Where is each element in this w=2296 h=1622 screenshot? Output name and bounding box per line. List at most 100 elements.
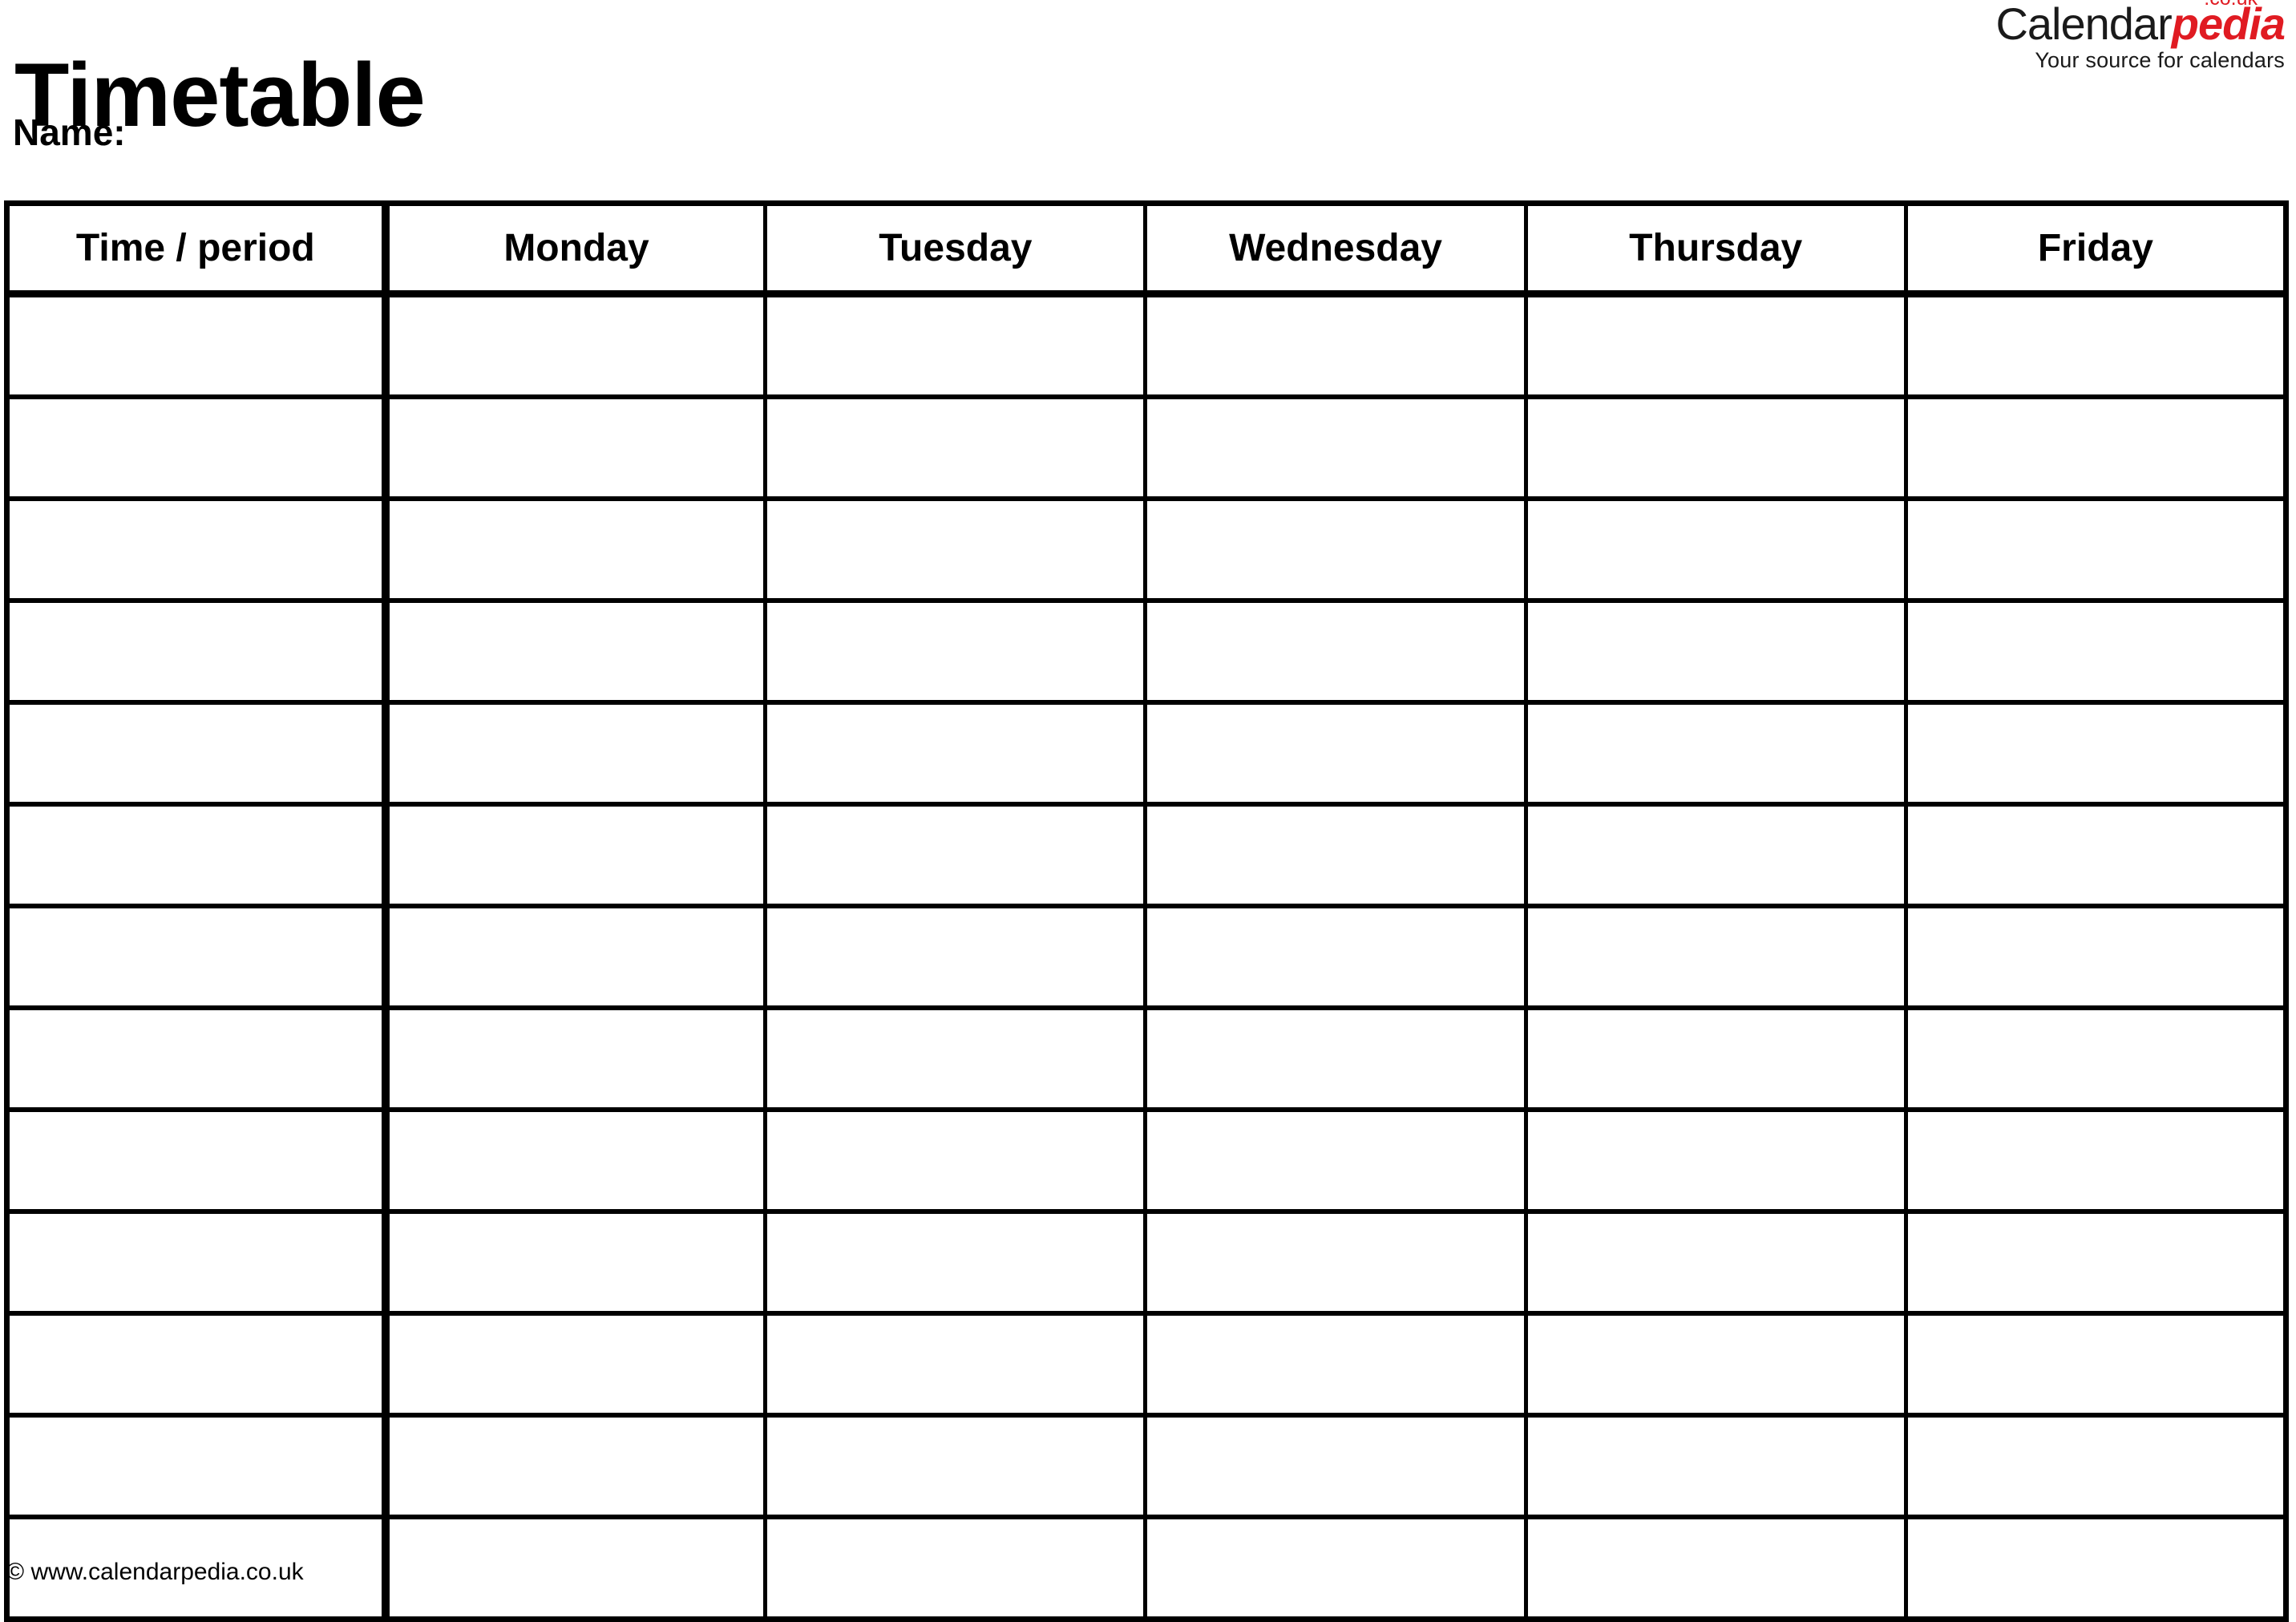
table-row (6, 1211, 2286, 1316)
timetable-cell-friday[interactable] (1906, 1415, 2286, 1519)
timetable-cell-tuesday[interactable] (765, 397, 1148, 501)
timetable-cell-friday[interactable] (1906, 1211, 2286, 1316)
timetable-header: Time / period Monday Tuesday Wednesday T… (6, 203, 2286, 297)
timetable-cell-wednesday[interactable] (1145, 499, 1528, 603)
timetable-cell-monday[interactable] (385, 1415, 768, 1519)
column-header-monday: Monday (385, 203, 768, 297)
timetable-cell-wednesday[interactable] (1145, 601, 1528, 705)
timetable-cell-tuesday[interactable] (765, 1313, 1148, 1418)
column-header-thursday: Thursday (1526, 203, 1908, 297)
timetable-cell-time[interactable] (6, 906, 390, 1010)
timetable-cell-wednesday[interactable] (1145, 293, 1528, 399)
timetable-cell-friday[interactable] (1906, 804, 2286, 908)
timetable-cell-friday[interactable] (1906, 1313, 2286, 1418)
timetable-cell-wednesday[interactable] (1145, 397, 1528, 501)
timetable-cell-time[interactable] (6, 804, 390, 908)
timetable-cell-tuesday[interactable] (765, 1517, 1148, 1620)
timetable-cell-tuesday[interactable] (765, 293, 1148, 399)
timetable-cell-monday[interactable] (385, 1517, 768, 1620)
timetable-cell-friday[interactable] (1906, 293, 2286, 399)
timetable-cell-wednesday[interactable] (1145, 1211, 1528, 1316)
timetable-cell-monday[interactable] (385, 397, 768, 501)
calendarpedia-logo: Calendarpedia .co.uk Your source for cal… (1995, 0, 2286, 72)
timetable-cell-time[interactable] (6, 1110, 390, 1214)
timetable-cell-tuesday[interactable] (765, 804, 1148, 908)
timetable-cell-thursday[interactable] (1526, 397, 1908, 501)
timetable-cell-monday[interactable] (385, 1110, 768, 1214)
timetable-cell-thursday[interactable] (1526, 1415, 1908, 1519)
timetable-cell-friday[interactable] (1906, 906, 2286, 1010)
timetable-cell-monday[interactable] (385, 601, 768, 705)
timetable-cell-friday[interactable] (1906, 397, 2286, 501)
timetable-cell-thursday[interactable] (1526, 499, 1908, 603)
timetable-cell-time[interactable] (6, 1008, 390, 1112)
timetable-cell-tuesday[interactable] (765, 601, 1148, 705)
timetable-cell-friday[interactable] (1906, 601, 2286, 705)
timetable-cell-wednesday[interactable] (1145, 1008, 1528, 1112)
timetable-cell-wednesday[interactable] (1145, 1517, 1528, 1620)
table-row (6, 397, 2286, 501)
timetable-cell-monday[interactable] (385, 293, 768, 399)
timetable-body (6, 293, 2286, 1620)
timetable-cell-wednesday[interactable] (1145, 1313, 1528, 1418)
timetable-cell-friday[interactable] (1906, 499, 2286, 603)
timetable-cell-monday[interactable] (385, 702, 768, 807)
brand-tagline: Your source for calendars (2035, 48, 2285, 72)
timetable-cell-thursday[interactable] (1526, 1211, 1908, 1316)
timetable-cell-monday[interactable] (385, 804, 768, 908)
timetable-cell-friday[interactable] (1906, 1008, 2286, 1112)
timetable-cell-tuesday[interactable] (765, 1415, 1148, 1519)
timetable-cell-thursday[interactable] (1526, 804, 1908, 908)
timetable-cell-thursday[interactable] (1526, 601, 1908, 705)
table-row (6, 1517, 2286, 1620)
timetable-cell-time[interactable] (6, 1313, 390, 1418)
timetable-cell-tuesday[interactable] (765, 1008, 1148, 1112)
timetable-cell-tuesday[interactable] (765, 1211, 1148, 1316)
timetable-cell-thursday[interactable] (1526, 1313, 1908, 1418)
timetable-cell-wednesday[interactable] (1145, 1110, 1528, 1214)
timetable-cell-time[interactable] (6, 293, 390, 399)
table-row (6, 1008, 2286, 1112)
timetable-cell-time[interactable] (6, 1415, 390, 1519)
timetable-grid: Time / period Monday Tuesday Wednesday T… (4, 200, 2289, 1622)
timetable-cell-thursday[interactable] (1526, 1008, 1908, 1112)
timetable-cell-thursday[interactable] (1526, 906, 1908, 1010)
timetable-cell-thursday[interactable] (1526, 293, 1908, 399)
name-field-label: Name: (13, 111, 126, 153)
timetable-cell-thursday[interactable] (1526, 1517, 1908, 1620)
timetable-cell-tuesday[interactable] (765, 1110, 1148, 1214)
timetable-cell-monday[interactable] (385, 1211, 768, 1316)
timetable-cell-thursday[interactable] (1526, 1110, 1908, 1214)
footer-copyright: © www.calendarpedia.co.uk (6, 1559, 304, 1585)
timetable-cell-friday[interactable] (1906, 1110, 2286, 1214)
timetable-cell-monday[interactable] (385, 499, 768, 603)
timetable-cell-tuesday[interactable] (765, 702, 1148, 807)
timetable-cell-friday[interactable] (1906, 1517, 2286, 1620)
timetable-cell-time[interactable] (6, 702, 390, 807)
timetable-cell-wednesday[interactable] (1145, 702, 1528, 807)
column-header-wednesday: Wednesday (1145, 203, 1528, 297)
timetable-cell-time[interactable] (6, 601, 390, 705)
timetable-cell-monday[interactable] (385, 1313, 768, 1418)
table-row (6, 906, 2286, 1010)
column-header-tuesday: Tuesday (765, 203, 1148, 297)
brand-tld: .co.uk (2204, 0, 2258, 9)
table-row (6, 601, 2286, 705)
table-row (6, 499, 2286, 603)
timetable-cell-wednesday[interactable] (1145, 804, 1528, 908)
timetable-cell-friday[interactable] (1906, 702, 2286, 807)
timetable-cell-time[interactable] (6, 1211, 390, 1316)
timetable-cell-tuesday[interactable] (765, 906, 1148, 1010)
timetable-cell-thursday[interactable] (1526, 702, 1908, 807)
table-row (6, 702, 2286, 807)
timetable-cell-tuesday[interactable] (765, 499, 1148, 603)
table-row (6, 293, 2286, 399)
timetable-cell-wednesday[interactable] (1145, 906, 1528, 1010)
column-header-time-period: Time / period (6, 203, 390, 297)
timetable-cell-wednesday[interactable] (1145, 1415, 1528, 1519)
brand-wordmark: Calendarpedia .co.uk (1995, 0, 2286, 47)
timetable-cell-monday[interactable] (385, 906, 768, 1010)
timetable-cell-time[interactable] (6, 499, 390, 603)
timetable-cell-monday[interactable] (385, 1008, 768, 1112)
timetable-cell-time[interactable] (6, 397, 390, 501)
